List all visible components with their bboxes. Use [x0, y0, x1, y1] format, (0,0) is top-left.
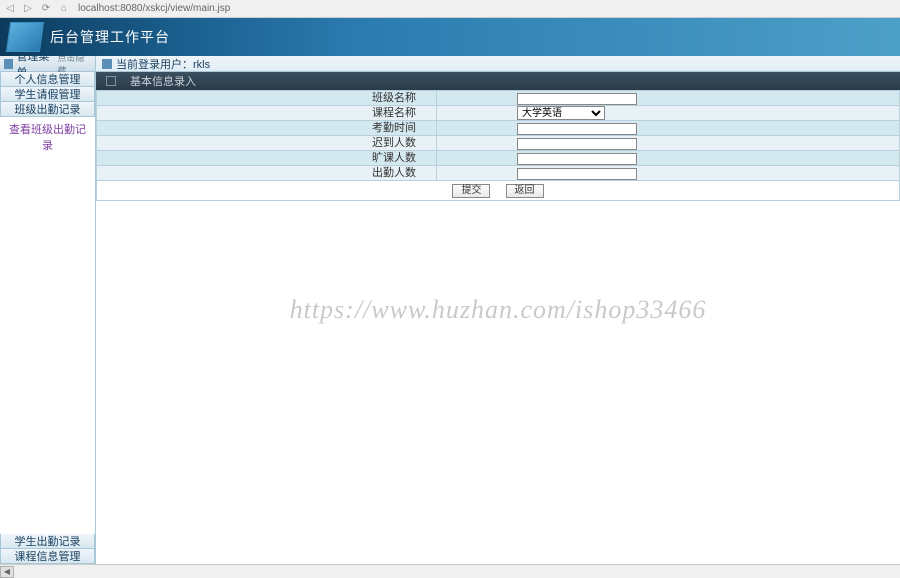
section-title: 基本信息录入 — [130, 73, 196, 89]
main-container: 管理菜单 点击隐藏 个人信息管理 学生请假管理 班级出勤记录 查看班级出勤记录 … — [0, 56, 900, 564]
logo-icon — [6, 22, 44, 52]
sidebar-item-personal[interactable]: 个人信息管理 — [0, 72, 95, 87]
app-header: 后台管理工作平台 — [0, 18, 900, 56]
form-row-course: 课程名称 大学英语 — [97, 106, 900, 121]
back-icon[interactable]: ◁ — [4, 3, 16, 15]
url-bar[interactable]: localhost:8080/xskcj/view/main.jsp — [78, 3, 896, 14]
reload-icon[interactable]: ⟳ — [40, 3, 52, 15]
sidebar-item-leave[interactable]: 学生请假管理 — [0, 87, 95, 102]
browser-nav-icons: ◁ ▷ ⟳ ⌂ — [4, 3, 70, 15]
submit-button[interactable]: 提交 — [452, 184, 490, 198]
form-row-absent: 旷课人数 — [97, 151, 900, 166]
label-class: 班级名称 — [97, 91, 437, 106]
sidebar-header: 管理菜单 点击隐藏 — [0, 56, 95, 72]
input-absent-count[interactable] — [517, 153, 637, 165]
sidebar: 管理菜单 点击隐藏 个人信息管理 学生请假管理 班级出勤记录 查看班级出勤记录 … — [0, 56, 96, 564]
watermark: https://www.huzhan.com/ishop33466 — [290, 295, 707, 325]
label-absent: 旷课人数 — [97, 151, 437, 166]
label-course: 课程名称 — [97, 106, 437, 121]
sidebar-active-link[interactable]: 查看班级出勤记录 — [0, 117, 95, 157]
horizontal-scrollbar[interactable]: ◀ — [0, 564, 900, 578]
section-header: 基本信息录入 — [96, 72, 900, 90]
scroll-left-icon[interactable]: ◀ — [0, 566, 14, 578]
form-row-present: 出勤人数 — [97, 166, 900, 181]
form-row-time: 考勤时间 — [97, 121, 900, 136]
label-present: 出勤人数 — [97, 166, 437, 181]
input-present-count[interactable] — [517, 168, 637, 180]
input-attendance-time[interactable] — [517, 123, 637, 135]
form-row-class: 班级名称 — [97, 91, 900, 106]
content-area: 当前登录用户：rkls 基本信息录入 班级名称 课程名称 大学英语 考勤时间 — [96, 56, 900, 564]
current-user-label: 当前登录用户：rkls — [116, 56, 210, 72]
form-row-late: 迟到人数 — [97, 136, 900, 151]
browser-chrome: ◁ ▷ ⟳ ⌂ localhost:8080/xskcj/view/main.j… — [0, 0, 900, 18]
input-late-count[interactable] — [517, 138, 637, 150]
back-button[interactable]: 返回 — [506, 184, 544, 198]
forward-icon[interactable]: ▷ — [22, 3, 34, 15]
section-box-icon — [106, 76, 116, 86]
input-class-name[interactable] — [517, 93, 637, 105]
user-icon — [102, 59, 112, 69]
select-course-name[interactable]: 大学英语 — [517, 106, 605, 120]
sidebar-item-student-attendance[interactable]: 学生出勤记录 — [0, 534, 95, 549]
sidebar-item-attendance[interactable]: 班级出勤记录 — [0, 102, 95, 117]
status-bar: 当前登录用户：rkls — [96, 56, 900, 72]
menu-icon — [4, 59, 13, 69]
label-late: 迟到人数 — [97, 136, 437, 151]
sidebar-item-course[interactable]: 课程信息管理 — [0, 549, 95, 564]
home-icon[interactable]: ⌂ — [58, 3, 70, 15]
sidebar-spacer — [0, 157, 95, 534]
form-table: 班级名称 课程名称 大学英语 考勤时间 迟到人数 旷课人数 — [96, 90, 900, 201]
form-button-row: 提交 返回 — [97, 181, 900, 201]
app-title: 后台管理工作平台 — [50, 27, 170, 47]
label-time: 考勤时间 — [97, 121, 437, 136]
